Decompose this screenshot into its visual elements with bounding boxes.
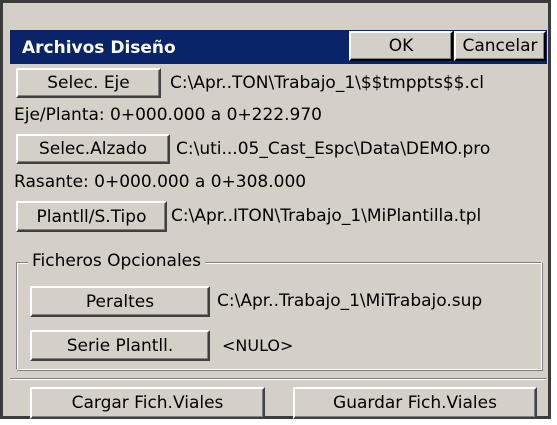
select-template-button[interactable]: Plantll/S.Tipo (16, 201, 167, 232)
load-road-files-button[interactable]: Cargar Fich.Viales (30, 387, 265, 419)
dialog-content: Archivos Diseño OK Cancelar Selec. Eje C… (10, 6, 549, 419)
select-alignment-button[interactable]: Selec. Eje (16, 68, 161, 98)
superelevation-path: C:\Apr..Trabajo_1\MiTrabajo.sup (217, 291, 483, 311)
superelevation-button[interactable]: Peraltes (30, 286, 210, 317)
profile-range: Rasante: 0+000.000 a 0+308.000 (14, 172, 307, 192)
title-bar: Archivos Diseño OK Cancelar (10, 30, 547, 64)
save-road-files-button[interactable]: Guardar Fich.Viales (293, 387, 537, 419)
template-series-path: <NULO> (222, 336, 294, 355)
optional-files-legend: Ficheros Opcionales (28, 251, 205, 271)
select-profile-button[interactable]: Selec.Alzado (16, 134, 170, 164)
profile-path: C:\uti...05_Cast_Espc\Data\DEMO.pro (176, 139, 491, 159)
cancel-button[interactable]: Cancelar (454, 31, 546, 61)
ok-button[interactable]: OK (349, 31, 453, 61)
archivos-diseno-dialog: Archivos Diseño OK Cancelar Selec. Eje C… (0, 0, 551, 419)
alignment-range: Eje/Planta: 0+000.000 a 0+222.970 (14, 105, 322, 125)
footer-separator (10, 378, 547, 380)
dialog-title: Archivos Diseño (22, 38, 176, 58)
alignment-path: C:\Apr..TON\Trabajo_1\$$tmppts$$.cl (170, 73, 484, 93)
template-path: C:\Apr..ITON\Trabajo_1\MiPlantilla.tpl (171, 206, 482, 226)
template-series-button[interactable]: Serie Plantll. (30, 330, 210, 361)
